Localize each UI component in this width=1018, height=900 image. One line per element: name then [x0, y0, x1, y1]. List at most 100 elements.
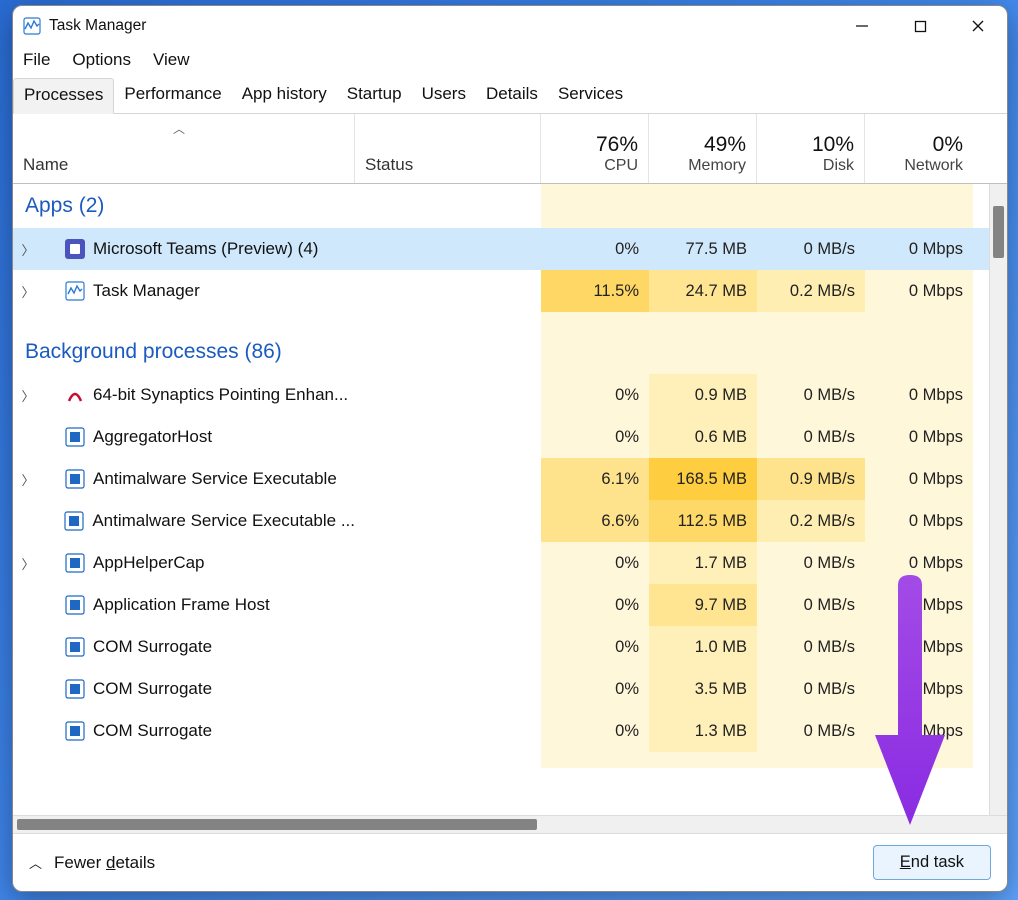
- maximize-button[interactable]: [891, 6, 949, 46]
- title-bar[interactable]: Task Manager: [13, 6, 1007, 46]
- chevron-right-icon[interactable]: 〉: [21, 282, 35, 301]
- group-label: Background processes (86): [13, 330, 541, 374]
- end-task-button[interactable]: End task: [873, 845, 991, 880]
- process-row[interactable]: 〉Antimalware Service Executable 6.1%168.5…: [13, 458, 989, 500]
- vertical-scrollbar-thumb[interactable]: [993, 206, 1004, 258]
- process-row[interactable]: COM Surrogate0%1.0 MB0 MB/s0 Mbps: [13, 626, 989, 668]
- memory-cell: 1.0 MB: [649, 626, 757, 668]
- tab-processes[interactable]: Processes: [13, 78, 114, 114]
- process-icon: [65, 721, 85, 741]
- process-icon: [65, 637, 85, 657]
- process-row[interactable]: 〉64-bit Synaptics Pointing Enhan...0%0.9…: [13, 374, 989, 416]
- tab-users[interactable]: Users: [412, 78, 476, 113]
- cpu-total-pct: 76%: [596, 132, 638, 157]
- disk-cell: 0 MB/s: [757, 626, 865, 668]
- process-name: Antimalware Service Executable ...: [92, 511, 355, 531]
- memory-cell: 24.7 MB: [649, 270, 757, 312]
- memory-cell: 3.5 MB: [649, 668, 757, 710]
- cpu-cell: 0%: [541, 416, 649, 458]
- horizontal-scrollbar[interactable]: [13, 815, 1007, 833]
- process-name-cell: COM Surrogate: [13, 668, 355, 710]
- tab-services[interactable]: Services: [548, 78, 633, 113]
- process-name-cell: Antimalware Service Executable ...: [13, 500, 355, 542]
- process-row[interactable]: AggregatorHost0%0.6 MB0 MB/s0 Mbps: [13, 416, 989, 458]
- memory-cell: 1.7 MB: [649, 542, 757, 584]
- tab-performance[interactable]: Performance: [114, 78, 231, 113]
- cpu-cell: 11.5%: [541, 270, 649, 312]
- network-cell: 0 Mbps: [865, 416, 973, 458]
- process-icon: [65, 385, 85, 405]
- fewer-details-label: Fewer details: [54, 853, 155, 873]
- network-cell: 0 Mbps: [865, 270, 973, 312]
- menu-file[interactable]: File: [23, 50, 50, 70]
- process-name: 64-bit Synaptics Pointing Enhan...: [93, 385, 348, 405]
- group-header[interactable]: Apps (2): [13, 184, 989, 228]
- close-button[interactable]: [949, 6, 1007, 46]
- column-network[interactable]: 0% Network: [865, 114, 973, 183]
- column-disk[interactable]: 10% Disk: [757, 114, 865, 183]
- cpu-cell: 0%: [541, 668, 649, 710]
- memory-cell: 9.7 MB: [649, 584, 757, 626]
- process-name: Application Frame Host: [93, 595, 270, 615]
- chevron-right-icon[interactable]: 〉: [21, 240, 35, 259]
- sort-indicator-icon: ︿: [173, 120, 185, 137]
- column-memory[interactable]: 49% Memory: [649, 114, 757, 183]
- process-name-cell: Application Frame Host: [13, 584, 355, 626]
- menu-view[interactable]: View: [153, 50, 190, 70]
- column-cpu[interactable]: 76% CPU: [541, 114, 649, 183]
- process-icon: [65, 679, 85, 699]
- disk-cell: 0 MB/s: [757, 374, 865, 416]
- memory-cell: 168.5 MB: [649, 458, 757, 500]
- column-disk-label: Disk: [823, 157, 854, 175]
- disk-cell: 0.9 MB/s: [757, 458, 865, 500]
- disk-cell: 0 MB/s: [757, 710, 865, 752]
- disk-cell: 0 MB/s: [757, 668, 865, 710]
- column-memory-label: Memory: [688, 157, 746, 175]
- window-title: Task Manager: [49, 17, 146, 35]
- menu-options[interactable]: Options: [72, 50, 131, 70]
- process-table-body: Apps (2)〉Microsoft Teams (Preview) (4) 0%…: [13, 184, 1007, 815]
- horizontal-scrollbar-thumb[interactable]: [17, 819, 537, 830]
- column-name[interactable]: ︿ Name: [13, 114, 355, 183]
- process-row[interactable]: 〉AppHelperCap0%1.7 MB0 MB/s0 Mbps: [13, 542, 989, 584]
- process-icon: [65, 553, 85, 573]
- network-cell: 0 Mbps: [865, 668, 973, 710]
- tab-startup[interactable]: Startup: [337, 78, 412, 113]
- process-table[interactable]: Apps (2)〉Microsoft Teams (Preview) (4) 0%…: [13, 184, 989, 815]
- cpu-cell: 0%: [541, 542, 649, 584]
- process-icon: [65, 469, 85, 489]
- process-row[interactable]: Application Frame Host0%9.7 MB0 MB/s0 Mb…: [13, 584, 989, 626]
- minimize-button[interactable]: [833, 6, 891, 46]
- chevron-right-icon[interactable]: 〉: [21, 554, 35, 573]
- process-row[interactable]: 〉Task Manager11.5%24.7 MB0.2 MB/s0 Mbps: [13, 270, 989, 312]
- column-header: ︿ Name Status 76% CPU 49% Memory 10% Dis…: [13, 114, 1007, 184]
- process-row[interactable]: COM Surrogate 0%3.5 MB0 MB/s0 Mbps: [13, 668, 989, 710]
- column-status[interactable]: Status: [355, 114, 541, 183]
- process-name-cell: 〉Microsoft Teams (Preview) (4): [13, 228, 355, 270]
- process-icon: [65, 239, 85, 259]
- network-cell: 0 Mbps: [865, 626, 973, 668]
- disk-cell: 0 MB/s: [757, 584, 865, 626]
- process-row[interactable]: 〉Microsoft Teams (Preview) (4)0%77.5 MB0…: [13, 228, 989, 270]
- process-name-cell: 〉Task Manager: [13, 270, 355, 312]
- tab-app-history[interactable]: App history: [232, 78, 337, 113]
- process-row[interactable]: Antimalware Service Executable ...6.6%11…: [13, 500, 989, 542]
- cpu-cell: 6.1%: [541, 458, 649, 500]
- chevron-right-icon[interactable]: 〉: [21, 470, 35, 489]
- memory-cell: 1.3 MB: [649, 710, 757, 752]
- fewer-details-button[interactable]: ︿ Fewer details: [29, 853, 155, 873]
- process-name: COM Surrogate: [93, 637, 212, 657]
- tab-details[interactable]: Details: [476, 78, 548, 113]
- group-header[interactable]: Background processes (86): [13, 330, 989, 374]
- memory-cell: 77.5 MB: [649, 228, 757, 270]
- network-total-pct: 0%: [933, 132, 963, 157]
- network-cell: 0 Mbps: [865, 458, 973, 500]
- process-name-cell: 〉Antimalware Service Executable: [13, 458, 355, 500]
- chevron-right-icon[interactable]: 〉: [21, 386, 35, 405]
- chevron-up-icon: ︿: [29, 853, 42, 872]
- vertical-scrollbar[interactable]: [989, 184, 1007, 815]
- menu-bar: File Options View: [13, 46, 1007, 78]
- cpu-cell: 0%: [541, 228, 649, 270]
- disk-cell: 0 MB/s: [757, 416, 865, 458]
- process-row[interactable]: COM Surrogate0%1.3 MB0 MB/s0 Mbps: [13, 710, 989, 752]
